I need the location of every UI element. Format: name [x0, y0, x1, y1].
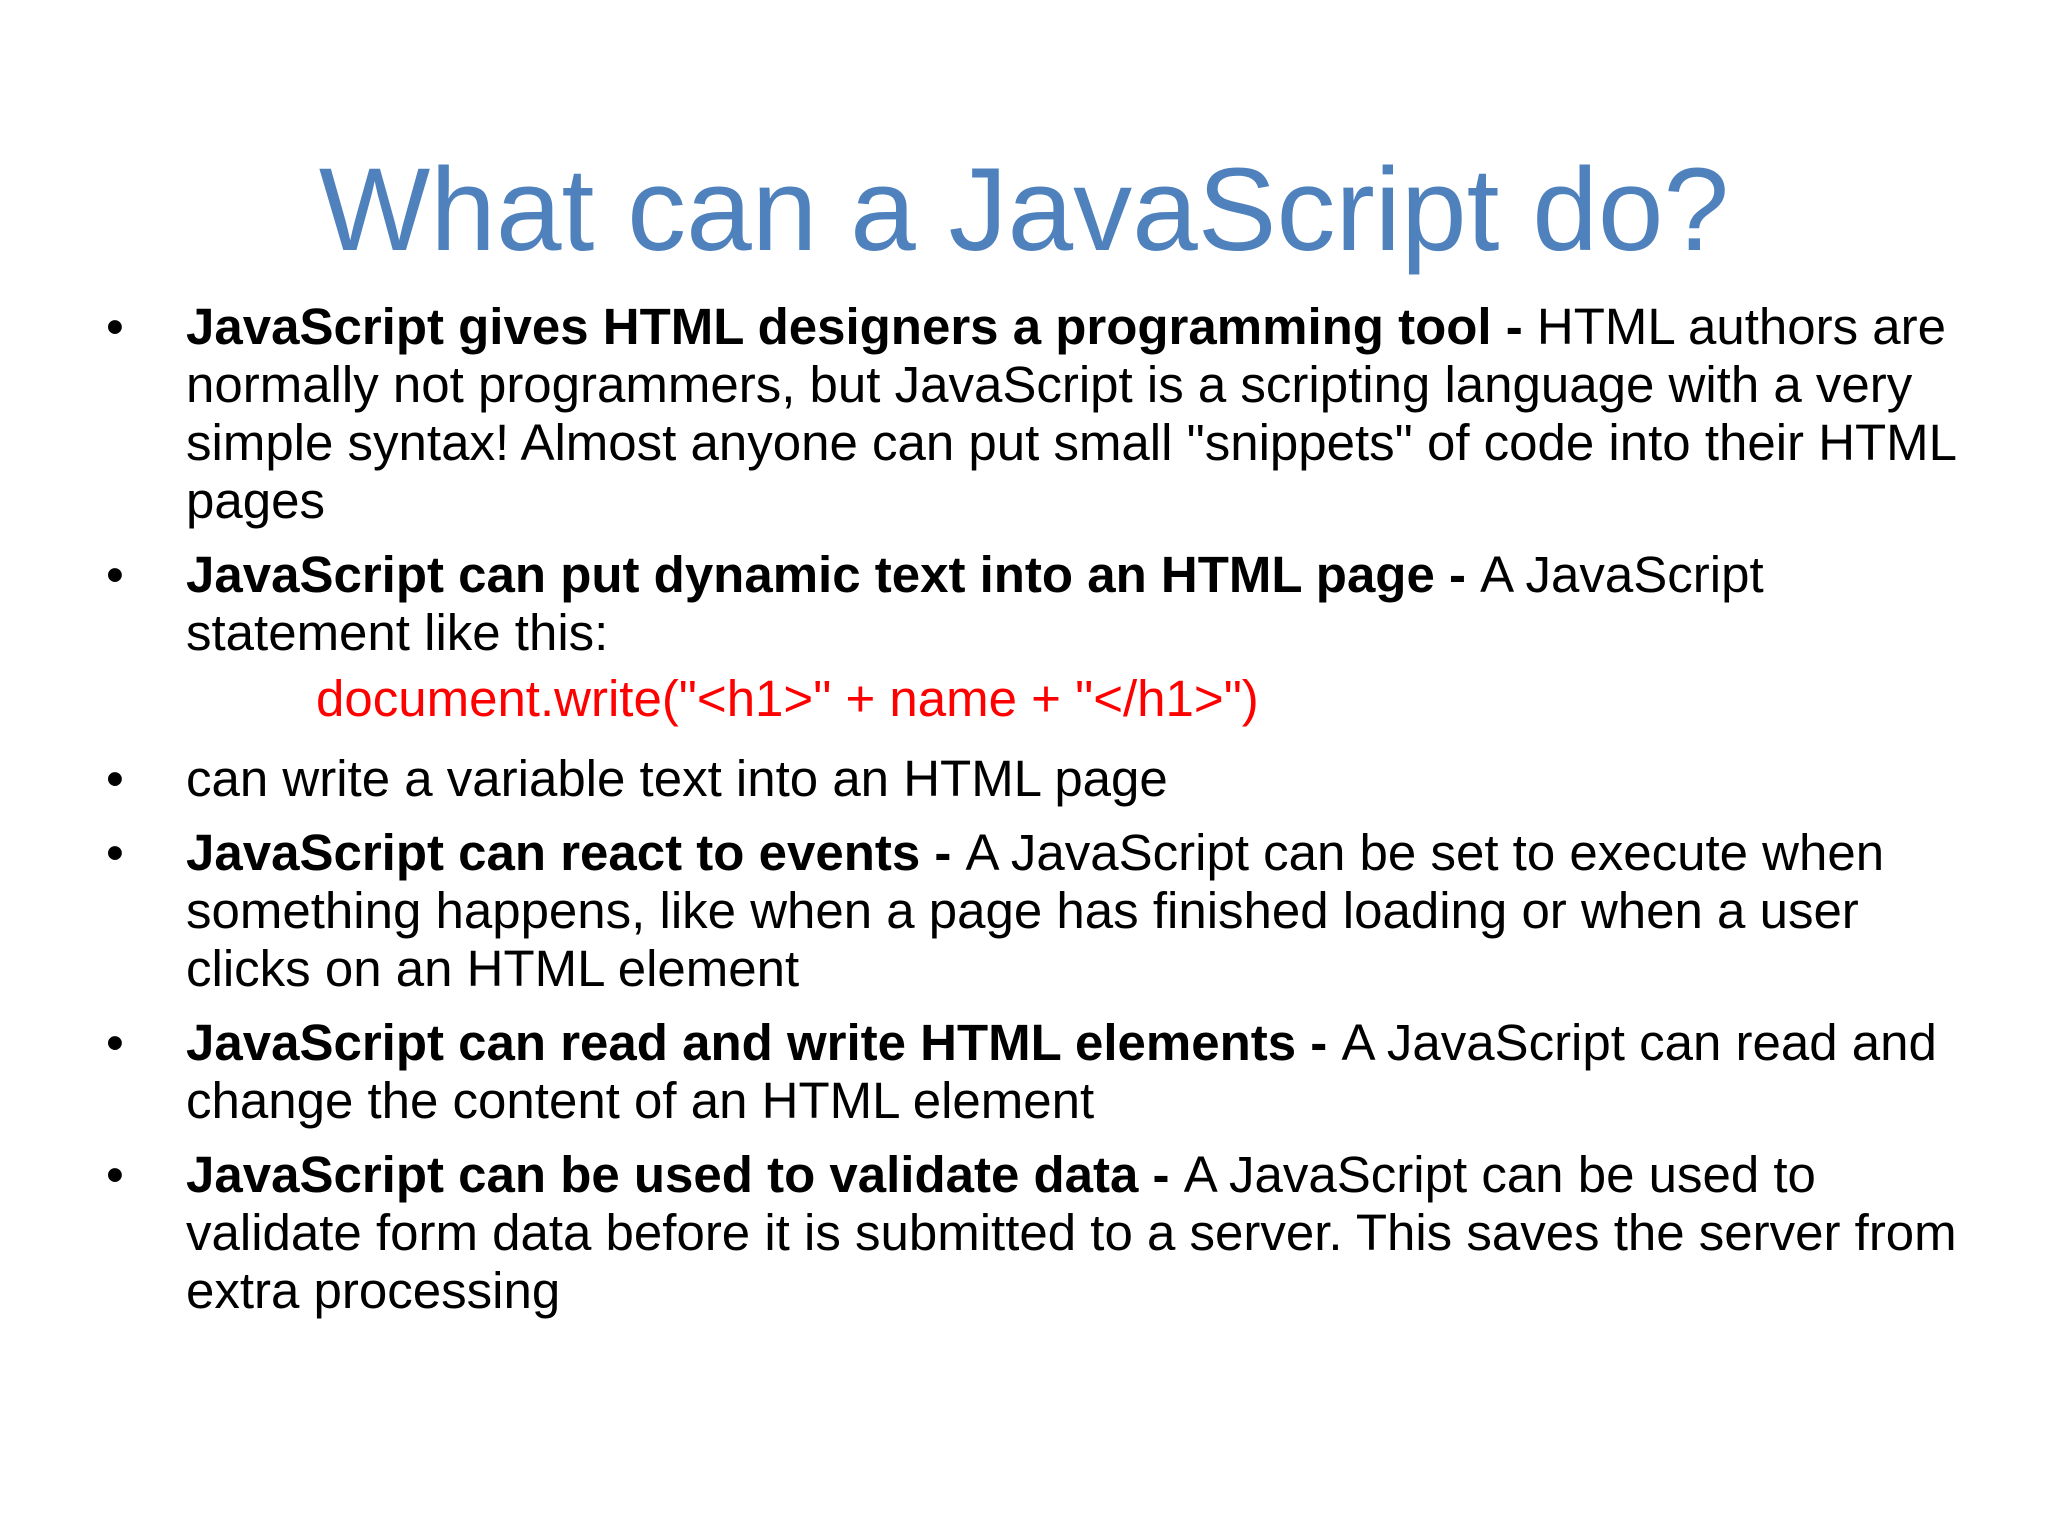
- bullet-lead: JavaScript gives HTML designers a progra…: [186, 298, 1537, 355]
- bullet-item: • can write a variable text into an HTML…: [100, 750, 1960, 808]
- bullet-marker: •: [106, 546, 124, 603]
- bullet-text: can write a variable text into an HTML p…: [186, 750, 1168, 807]
- bullet-lead: JavaScript can react to events -: [186, 824, 966, 881]
- bullet-marker: •: [106, 750, 124, 807]
- bullet-item: • JavaScript gives HTML designers a prog…: [100, 298, 1960, 530]
- code-example: document.write("<h1>" + name + "</h1>"): [316, 670, 1259, 727]
- bullet-marker: •: [106, 824, 124, 881]
- bullet-item: • JavaScript can react to events - A Jav…: [100, 824, 1960, 998]
- bullet-lead: JavaScript can read and write HTML eleme…: [186, 1014, 1342, 1071]
- bullet-lead: JavaScript can be used to validate data …: [186, 1146, 1184, 1203]
- bullet-list: • JavaScript gives HTML designers a prog…: [100, 298, 1960, 1336]
- bullet-item: • JavaScript can read and write HTML ele…: [100, 1014, 1960, 1130]
- bullet-item: • JavaScript can put dynamic text into a…: [100, 546, 1960, 662]
- bullet-item: • JavaScript can be used to validate dat…: [100, 1146, 1960, 1320]
- bullet-marker: •: [106, 1014, 124, 1071]
- bullet-marker: •: [106, 1146, 124, 1203]
- bullet-marker: •: [106, 298, 124, 355]
- slide-title: What can a JavaScript do?: [318, 144, 1730, 276]
- slide: What can a JavaScript do? • JavaScript g…: [0, 0, 2048, 1536]
- bullet-lead: JavaScript can put dynamic text into an …: [186, 546, 1481, 603]
